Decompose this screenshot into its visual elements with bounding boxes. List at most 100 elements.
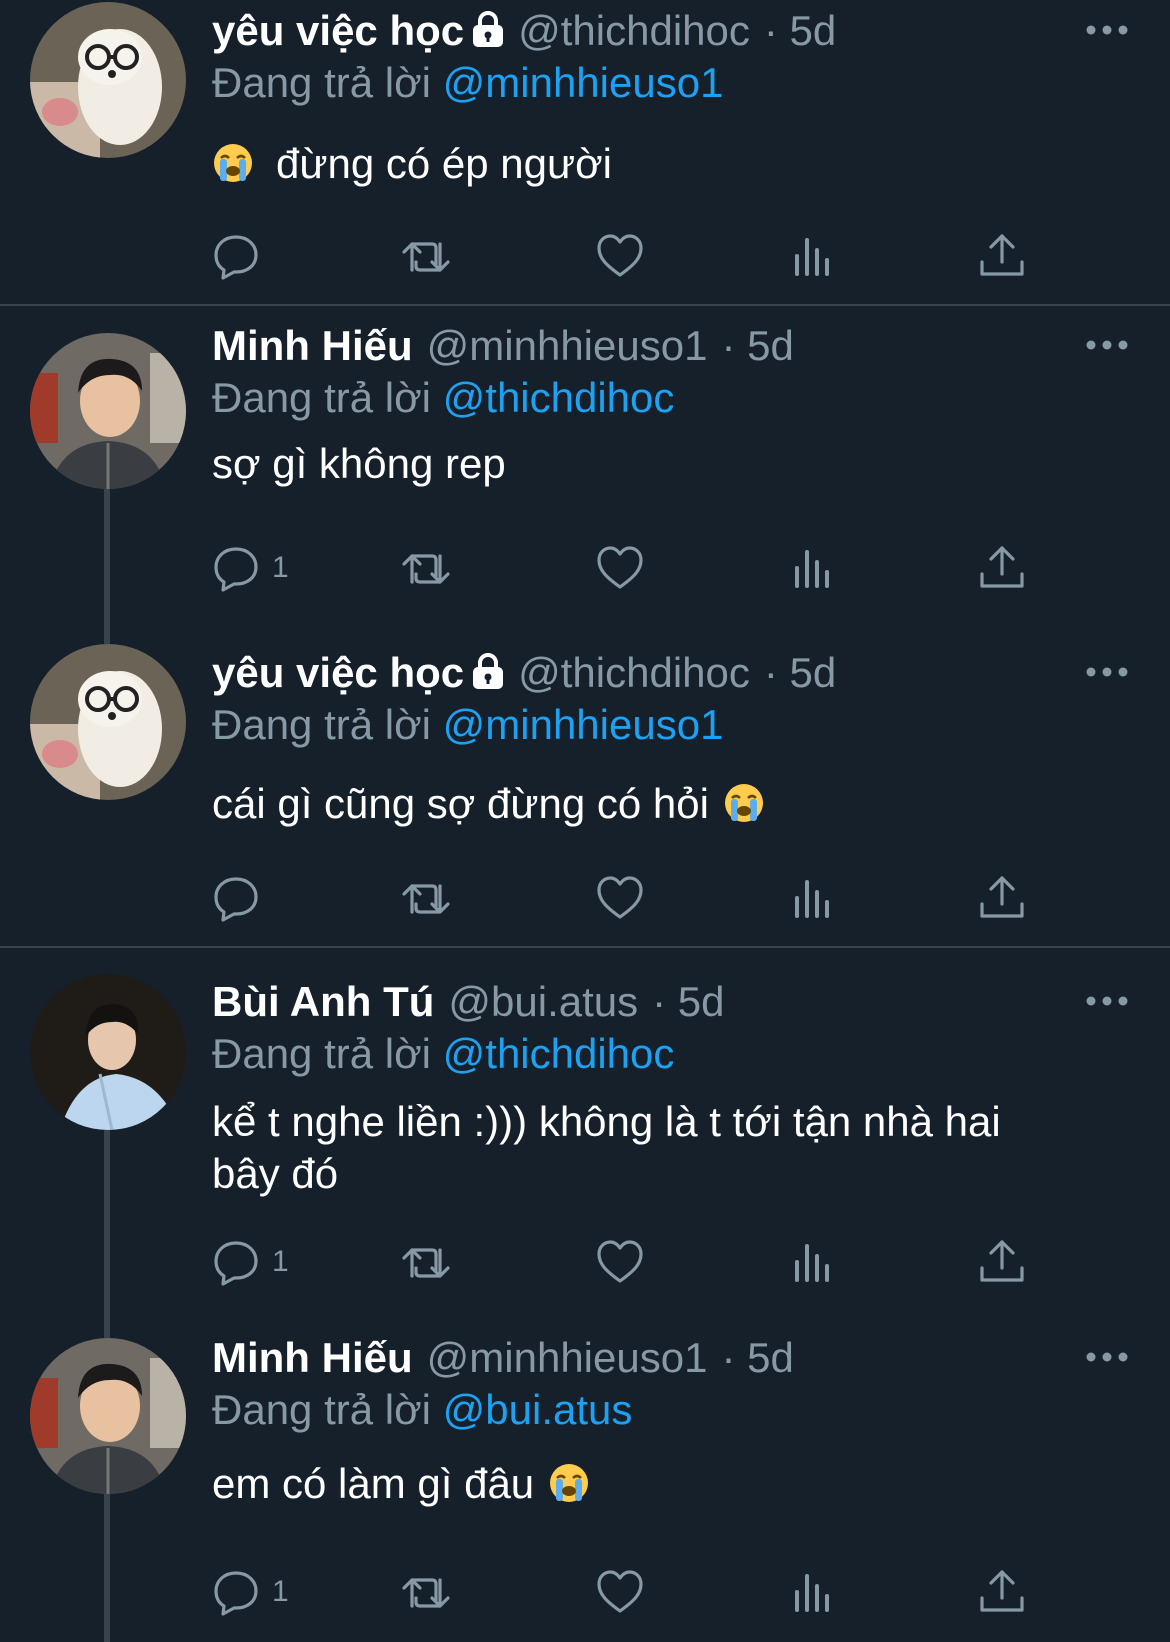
reply-icon: [214, 877, 258, 922]
tweet-header: Minh Hiếu @minhhieuso1 · 5d: [212, 318, 794, 374]
views-icon: [795, 550, 829, 588]
tweet-text: sợ gì không rep: [212, 438, 1092, 490]
action-bar: 1: [0, 538, 1170, 598]
action-bar: 1: [0, 1562, 1170, 1622]
display-name[interactable]: yêu việc học: [212, 649, 464, 696]
tweet-text: đừng có ép người: [212, 138, 1092, 190]
views-icon: [795, 1574, 829, 1612]
share-button[interactable]: [978, 1562, 1026, 1622]
views-button[interactable]: [788, 226, 836, 286]
display-name[interactable]: Minh Hiếu: [212, 1334, 413, 1381]
more-button[interactable]: [1082, 986, 1132, 1016]
handle[interactable]: @bui.atus: [448, 978, 638, 1025]
retweet-button[interactable]: [402, 226, 450, 286]
share-icon: [980, 546, 1024, 588]
more-button[interactable]: [1082, 1342, 1132, 1372]
replying-to: Đang trả lời @thichdihoc: [212, 370, 674, 426]
reply-mention[interactable]: @minhhieuso1: [443, 59, 724, 106]
views-button[interactable]: [788, 1562, 836, 1622]
avatar[interactable]: [30, 333, 186, 489]
reply-button[interactable]: [212, 868, 260, 928]
share-button[interactable]: [978, 538, 1026, 598]
tweet[interactable]: Minh Hiếu @minhhieuso1 · 5d Đang trả lời @…: [0, 306, 1170, 640]
tweet[interactable]: Bùi Anh Tú @bui.atus · 5d Đang trả lời @th…: [0, 948, 1170, 1330]
retweet-button[interactable]: [402, 1232, 450, 1292]
like-icon: [597, 234, 643, 277]
retweet-button[interactable]: [402, 868, 450, 928]
tweet[interactable]: yêu việc học @thichdihoc · 5d Đang trả lời…: [0, 640, 1170, 946]
timestamp[interactable]: · 5d: [721, 322, 793, 369]
timestamp[interactable]: · 5d: [652, 978, 724, 1025]
handle[interactable]: @thichdihoc: [518, 7, 750, 54]
dog-avatar-icon: [30, 2, 186, 158]
views-button[interactable]: [788, 538, 836, 598]
like-icon: [597, 1240, 643, 1283]
like-button[interactable]: [596, 538, 644, 598]
more-button[interactable]: [1082, 330, 1132, 360]
reply-mention[interactable]: @minhhieuso1: [443, 701, 724, 748]
handle[interactable]: @minhhieuso1: [427, 322, 708, 369]
share-icon: [980, 1240, 1024, 1282]
tweet[interactable]: Minh Hiếu @minhhieuso1 · 5d Đang trả lời @…: [0, 1330, 1170, 1642]
avatar[interactable]: [30, 644, 186, 800]
like-button[interactable]: [596, 226, 644, 286]
reply-count: 1: [272, 551, 289, 584]
views-button[interactable]: [788, 868, 836, 928]
retweet-icon: [402, 242, 450, 272]
replying-to: Đang trả lời @minhhieuso1: [212, 697, 723, 753]
reply-count: 1: [272, 1575, 289, 1608]
share-icon: [980, 234, 1024, 276]
tweet-text-content: sợ gì không rep: [212, 440, 506, 487]
retweet-icon: [402, 884, 450, 914]
action-bar: [0, 226, 1170, 286]
share-button[interactable]: [978, 1232, 1026, 1292]
reply-button[interactable]: 1: [212, 1232, 289, 1292]
avatar[interactable]: [30, 1338, 186, 1494]
timestamp[interactable]: · 5d: [764, 649, 836, 696]
display-name[interactable]: yêu việc học: [212, 7, 464, 54]
replying-label: Đang trả lời: [212, 1030, 431, 1077]
avatar[interactable]: [30, 2, 186, 158]
tweet-text-content: cái gì cũng sợ đừng có hỏi: [212, 780, 709, 827]
dog-avatar-icon: [30, 644, 186, 800]
reply-button[interactable]: [212, 226, 260, 286]
loudly-crying-face-emoji: [724, 784, 763, 822]
retweet-button[interactable]: [402, 538, 450, 598]
share-button[interactable]: [978, 226, 1026, 286]
lock-icon: [473, 11, 504, 47]
timestamp[interactable]: · 5d: [764, 7, 836, 54]
reply-mention[interactable]: @thichdihoc: [443, 374, 675, 421]
reply-button[interactable]: 1: [212, 538, 289, 598]
tweet[interactable]: yêu việc học @thichdihoc · 5d Đang trả lời…: [0, 0, 1170, 306]
share-button[interactable]: [978, 868, 1026, 928]
tweet-text-content: đừng có ép người: [276, 140, 612, 187]
like-button[interactable]: [596, 868, 644, 928]
like-button[interactable]: [596, 1232, 644, 1292]
reply-mention[interactable]: @thichdihoc: [443, 1030, 675, 1077]
action-bar: [0, 868, 1170, 928]
reply-icon: [214, 235, 258, 280]
reply-button[interactable]: 1: [212, 1562, 289, 1622]
more-button[interactable]: [1082, 657, 1132, 687]
reply-mention[interactable]: @bui.atus: [443, 1386, 633, 1433]
views-icon: [795, 238, 829, 276]
person-avatar-icon: [30, 333, 186, 489]
more-dots-icon: [1086, 340, 1128, 350]
person-avatar-icon: [30, 974, 186, 1130]
retweet-icon: [402, 1578, 450, 1608]
more-dots-icon: [1086, 25, 1128, 35]
handle[interactable]: @thichdihoc: [518, 649, 750, 696]
more-button[interactable]: [1082, 15, 1132, 45]
display-name[interactable]: Bùi Anh Tú: [212, 978, 434, 1025]
loudly-crying-face-emoji: [214, 144, 252, 182]
timestamp[interactable]: · 5d: [721, 1334, 793, 1381]
more-dots-icon: [1086, 1352, 1128, 1362]
retweet-button[interactable]: [402, 1562, 450, 1622]
avatar[interactable]: [30, 974, 186, 1130]
display-name[interactable]: Minh Hiếu: [212, 322, 413, 369]
views-button[interactable]: [788, 1232, 836, 1292]
like-button[interactable]: [596, 1562, 644, 1622]
reply-count: 1: [272, 1245, 289, 1278]
replying-to: Đang trả lời @bui.atus: [212, 1382, 632, 1438]
handle[interactable]: @minhhieuso1: [427, 1334, 708, 1381]
